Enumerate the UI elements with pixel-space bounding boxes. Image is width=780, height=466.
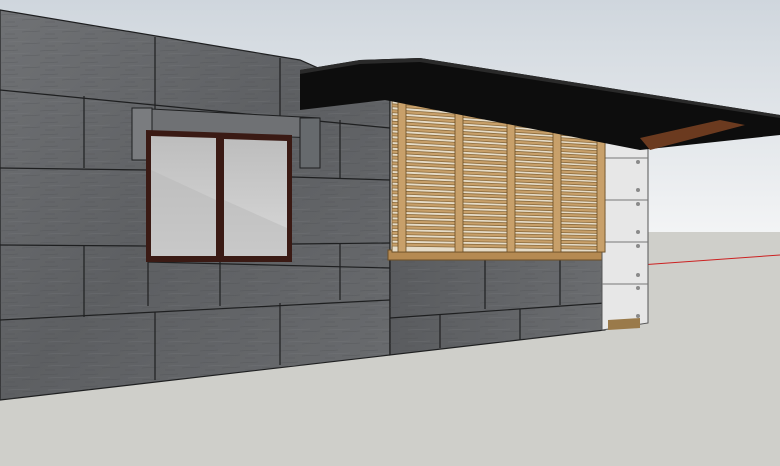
sketchup-3d-viewport[interactable] xyxy=(0,0,780,466)
window[interactable] xyxy=(146,130,292,262)
scene-canvas[interactable] xyxy=(0,0,780,466)
